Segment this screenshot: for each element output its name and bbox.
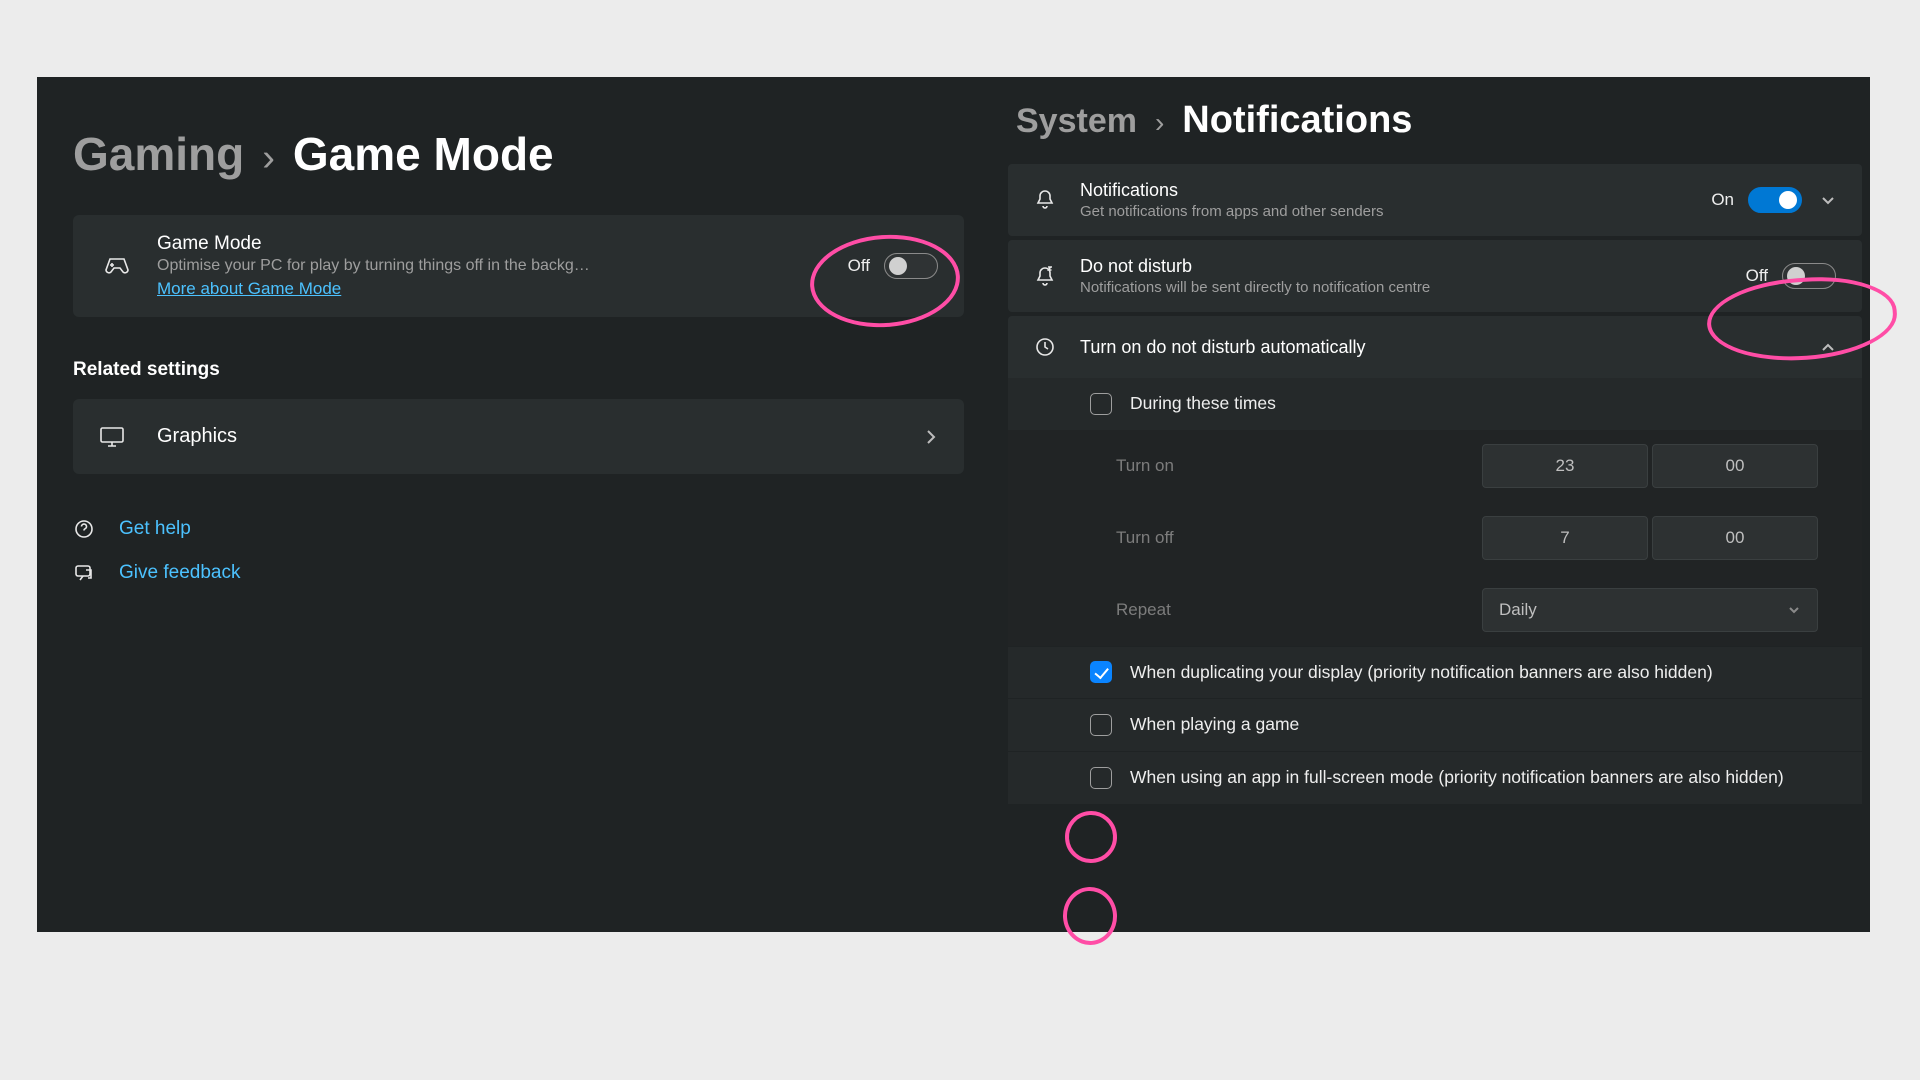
help-icon xyxy=(73,518,99,540)
playing-game-label: When playing a game xyxy=(1130,713,1299,737)
dnd-toggle[interactable]: Off xyxy=(1746,263,1836,289)
breadcrumb-current: Game Mode xyxy=(293,127,554,181)
notifications-desc: Get notifications from apps and other se… xyxy=(1080,203,1691,220)
turn-off-time-row: Turn off 7 00 xyxy=(1008,502,1862,574)
breadcrumb: Gaming › Game Mode xyxy=(73,127,964,181)
toggle-switch[interactable] xyxy=(1748,187,1802,213)
get-help-label: Get help xyxy=(119,518,191,540)
chevron-right-icon xyxy=(924,428,938,446)
give-feedback-link[interactable]: Give feedback xyxy=(73,562,964,584)
bell-icon xyxy=(1030,188,1060,212)
game-mode-more-link[interactable]: More about Game Mode xyxy=(157,279,341,299)
repeat-value: Daily xyxy=(1499,600,1537,620)
dup-display-checkbox[interactable] xyxy=(1090,661,1112,683)
during-times-label: During these times xyxy=(1130,392,1276,416)
chevron-down-icon xyxy=(1787,604,1801,616)
breadcrumb-parent[interactable]: System xyxy=(1016,102,1137,141)
breadcrumb: System › Notifications xyxy=(1008,81,1862,164)
dnd-card: Do not disturb Notifications will be sen… xyxy=(1008,240,1862,312)
graphics-row[interactable]: Graphics xyxy=(73,399,964,474)
settings-panel-notifications: System › Notifications Notifications Get… xyxy=(1000,77,1870,932)
display-icon xyxy=(99,426,135,448)
get-help-link[interactable]: Get help xyxy=(73,518,964,540)
auto-dnd-header[interactable]: Turn on do not disturb automatically xyxy=(1008,316,1862,378)
notifications-title: Notifications xyxy=(1080,180,1691,201)
game-mode-toggle[interactable]: Off xyxy=(848,253,938,279)
repeat-label: Repeat xyxy=(1116,600,1462,620)
during-times-row[interactable]: During these times xyxy=(1008,378,1862,430)
clock-icon xyxy=(1030,336,1060,358)
turn-on-minute[interactable]: 00 xyxy=(1652,444,1818,488)
turn-off-label: Turn off xyxy=(1116,528,1462,548)
chevron-down-icon[interactable] xyxy=(1820,193,1836,207)
repeat-row: Repeat Daily xyxy=(1008,574,1862,646)
game-mode-desc: Optimise your PC for play by turning thi… xyxy=(157,257,826,275)
turn-on-hour[interactable]: 23 xyxy=(1482,444,1648,488)
during-times-checkbox[interactable] xyxy=(1090,393,1112,415)
auto-dnd-title: Turn on do not disturb automatically xyxy=(1080,337,1800,358)
turn-on-label: Turn on xyxy=(1116,456,1462,476)
turn-on-time-row: Turn on 23 00 xyxy=(1008,430,1862,502)
toggle-state-label: Off xyxy=(848,256,870,276)
turn-off-hour[interactable]: 7 xyxy=(1482,516,1648,560)
turn-off-minute[interactable]: 00 xyxy=(1652,516,1818,560)
dnd-desc: Notifications will be sent directly to n… xyxy=(1080,279,1726,296)
gamepad-icon xyxy=(99,255,135,277)
chevron-up-icon xyxy=(1820,340,1836,354)
settings-panel-gaming: Gaming › Game Mode Game Mode Optimise yo… xyxy=(37,77,1000,932)
toggle-switch[interactable] xyxy=(884,253,938,279)
dnd-bell-icon xyxy=(1030,264,1060,288)
auto-dnd-section: Turn on do not disturb automatically Dur… xyxy=(1008,316,1862,804)
breadcrumb-parent[interactable]: Gaming xyxy=(73,127,244,181)
give-feedback-label: Give feedback xyxy=(119,562,240,584)
chevron-right-icon: › xyxy=(1155,107,1164,139)
toggle-state-label: Off xyxy=(1746,266,1768,286)
chevron-right-icon: › xyxy=(262,137,275,180)
playing-game-row[interactable]: When playing a game xyxy=(1008,698,1862,751)
fullscreen-checkbox[interactable] xyxy=(1090,767,1112,789)
notifications-card[interactable]: Notifications Get notifications from app… xyxy=(1008,164,1862,236)
dup-display-label: When duplicating your display (priority … xyxy=(1130,661,1713,685)
graphics-label: Graphics xyxy=(157,425,902,448)
game-mode-card: Game Mode Optimise your PC for play by t… xyxy=(73,215,964,317)
toggle-switch[interactable] xyxy=(1782,263,1836,289)
breadcrumb-current: Notifications xyxy=(1182,99,1412,142)
notifications-toggle[interactable]: On xyxy=(1711,187,1802,213)
fullscreen-label: When using an app in full-screen mode (p… xyxy=(1130,766,1784,790)
repeat-select[interactable]: Daily xyxy=(1482,588,1818,632)
feedback-icon xyxy=(73,562,99,584)
dup-display-row[interactable]: When duplicating your display (priority … xyxy=(1008,646,1862,699)
related-settings-heading: Related settings xyxy=(73,359,964,381)
dnd-title: Do not disturb xyxy=(1080,256,1726,277)
toggle-state-label: On xyxy=(1711,190,1734,210)
game-mode-title: Game Mode xyxy=(157,233,826,255)
playing-game-checkbox[interactable] xyxy=(1090,714,1112,736)
fullscreen-row[interactable]: When using an app in full-screen mode (p… xyxy=(1008,751,1862,804)
